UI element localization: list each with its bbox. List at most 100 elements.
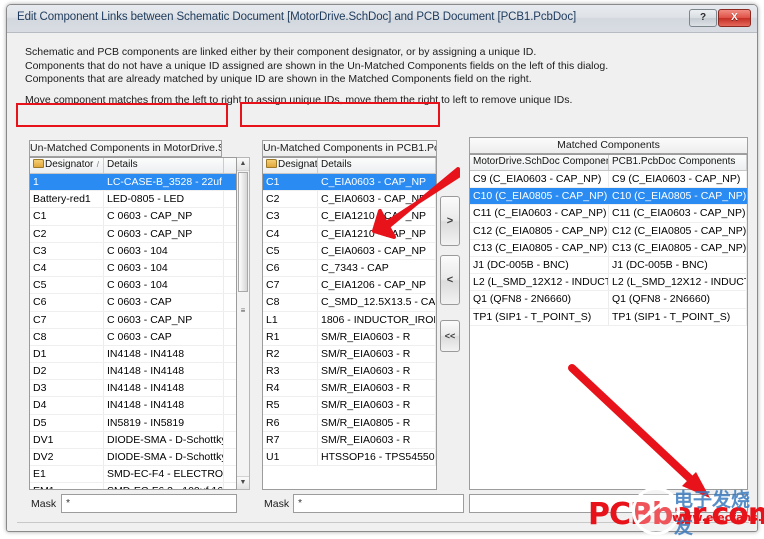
unmatched-schematic-list[interactable]: Designator / Details 1 LC-CASE-B_3528 - 2…	[29, 157, 237, 490]
table-row[interactable]: C11 (C_EIA0603 - CAP_NP) C11 (C_EIA0603 -…	[470, 205, 747, 223]
table-row[interactable]: D4 IN4148 - IN4148	[30, 397, 236, 415]
table-row[interactable]: L2 (L_SMD_12X12 - INDUCTOR_IROL2 (L_SMD_…	[470, 274, 747, 292]
mid-cell-details: SM/R_EIA0603 - R	[318, 328, 436, 345]
left-grid-scrollbar[interactable]: ▲ ≡ ▼	[237, 157, 250, 490]
table-row[interactable]: C2 C 0603 - CAP_NP	[30, 225, 236, 243]
table-row[interactable]: C10 (C_EIA0805 - CAP_NP) C10 (C_EIA0805 -…	[470, 188, 747, 206]
mid-cell-designator: R6	[263, 414, 318, 431]
left-cell-designator: D1	[30, 345, 104, 363]
left-cell-designator: 1	[30, 174, 104, 191]
intro-line-2: Components that do not have a unique ID …	[25, 59, 609, 72]
table-row[interactable]: DV2 DIODE-SMA - D-Schottky	[30, 449, 236, 467]
dialog-content: Schematic and PCB components are linked …	[7, 33, 757, 531]
table-row[interactable]: R2 SM/R_EIA0603 - R	[263, 345, 436, 364]
mid-cell-details: C_EIA1210 - CAP_NP	[318, 225, 436, 242]
table-row[interactable]: C7 C 0603 - CAP_NP	[30, 311, 236, 329]
mid-cell-designator: C5	[263, 242, 318, 259]
right-cell-sch: C13 (C_EIA0805 - CAP_NP)	[470, 239, 609, 256]
left-cell-designator: C4	[30, 259, 104, 277]
move-to-matched-button[interactable]: >	[440, 196, 460, 246]
table-row[interactable]: DV1 DIODE-SMA - D-Schottky	[30, 431, 236, 449]
left-col-designator[interactable]: Designator /	[30, 158, 104, 173]
right-cell-sch: J1 (DC-005B - BNC)	[470, 256, 609, 274]
mid-grid-rows: C1 C_EIA0603 - CAP_NP C2 C_EIA0603 - CAP_NP…	[263, 174, 436, 467]
move-to-unmatched-button[interactable]: <	[440, 255, 460, 305]
right-col-pcb-label: PCB1.PcbDoc Components	[612, 156, 736, 167]
mid-cell-designator: U1	[263, 449, 318, 466]
left-cell-designator: EM1	[30, 483, 104, 489]
table-row[interactable]: R4 SM/R_EIA0603 - R	[263, 380, 436, 398]
table-row[interactable]: J1 (DC-005B - BNC) J1 (DC-005B - BNC)	[470, 256, 747, 275]
table-row[interactable]: U1 HTSSOP16 - TPS54550	[263, 449, 436, 467]
left-col-designator-label: Designator	[45, 159, 94, 170]
scroll-up-icon[interactable]: ▲	[237, 158, 249, 171]
table-row[interactable]: C3 C 0603 - 104	[30, 242, 236, 260]
table-row[interactable]: 1LC-CASE-B_3528 - 22uf 16V	[30, 174, 236, 192]
scroll-thumb[interactable]	[238, 172, 248, 292]
table-row[interactable]: C9 (C_EIA0603 - CAP_NP) C9 (C_EIA0603 - C…	[470, 171, 747, 189]
left-cell-designator: E1	[30, 466, 104, 483]
mid-cell-designator: L1	[263, 311, 318, 328]
mid-cell-details: C_EIA0603 - CAP_NP	[318, 174, 436, 191]
table-row[interactable]: D1 IN4148 - IN4148	[30, 345, 236, 364]
table-row[interactable]: Battery-red1 LED-0805 - LED	[30, 191, 236, 209]
table-row[interactable]: E1SMD-EC-F4 - ELECTRO1_1	[30, 466, 236, 484]
table-row[interactable]: TP1 (SIP1 - T_POINT_S) TP1 (SIP1 - T_POIN…	[470, 308, 747, 326]
intro-text-block: Schematic and PCB components are linked …	[25, 46, 725, 107]
table-row[interactable]: C7 C_EIA1206 - CAP_NP	[263, 277, 436, 295]
table-row[interactable]: C1 C 0603 - CAP_NP	[30, 208, 236, 226]
mid-cell-details: SM/R_EIA0805 - R	[318, 414, 436, 431]
mid-cell-designator: C7	[263, 277, 318, 294]
left-cell-designator: C5	[30, 277, 104, 294]
mid-cell-designator: R3	[263, 363, 318, 380]
table-row[interactable]: C8 C_SMD_12.5X13.5 - CAP	[263, 294, 436, 312]
table-row[interactable]: R3 SM/R_EIA0603 - R	[263, 363, 436, 381]
table-row[interactable]: R6 SM/R_EIA0805 - R	[263, 414, 436, 432]
right-cell-sch: Q1 (QFN8 - 2N6660)	[470, 291, 609, 308]
mid-cell-designator: C4	[263, 225, 318, 242]
matched-components-list[interactable]: MotorDrive.SchDoc Components / PCB1.PcbD…	[469, 154, 748, 490]
right-grid-header: MotorDrive.SchDoc Components / PCB1.PcbD…	[470, 155, 747, 171]
right-blank-field[interactable]	[469, 494, 748, 513]
table-row[interactable]: L1 1806 - INDUCTOR_IRON	[263, 311, 436, 329]
table-row[interactable]: C4 C_EIA1210 - CAP_NP	[263, 225, 436, 243]
table-row[interactable]: C6 C 0603 - CAP	[30, 294, 236, 312]
table-row[interactable]: EM1SMD-EC-F6.3 - 100uf 16V	[30, 483, 236, 489]
mid-cell-details: C_SMD_12.5X13.5 - CAP	[318, 294, 436, 311]
left-col-details[interactable]: Details	[104, 158, 224, 173]
unmatched-pcb-list[interactable]: Designator / Details C1C_EIA0603 - CAP_N…	[262, 157, 437, 490]
mid-col-designator[interactable]: Designator /	[263, 158, 318, 173]
table-row[interactable]: C5 C_EIA0603 - CAP_NP	[263, 242, 436, 260]
table-row[interactable]: Q1 (QFN8 - 2N6660) Q1 (QFN8 - 2N6660)	[470, 291, 747, 309]
right-col-sch[interactable]: MotorDrive.SchDoc Components /	[470, 155, 609, 170]
table-row[interactable]: C2 C_EIA0603 - CAP_NP	[263, 191, 436, 209]
window-title: Edit Component Links between Schematic D…	[17, 11, 577, 23]
left-cell-designator: DV2	[30, 449, 104, 466]
table-row[interactable]: C4 C 0603 - 104	[30, 259, 236, 278]
table-row[interactable]: C1 C_EIA0603 - CAP_NP	[263, 174, 436, 192]
table-row[interactable]: C3 C_EIA1210 - CAP_NP	[263, 208, 436, 226]
help-button[interactable]: ?	[689, 9, 717, 27]
table-row[interactable]: D3 IN4148 - IN4148	[30, 380, 236, 398]
left-cell-details: IN4148 - IN4148	[104, 397, 224, 414]
scroll-down-icon[interactable]: ▼	[237, 476, 249, 489]
table-row[interactable]: R1 SM/R_EIA0603 - R	[263, 328, 436, 346]
mid-mask-input[interactable]: *	[293, 494, 464, 513]
mid-col-details[interactable]: Details	[318, 158, 436, 173]
move-all-to-unmatched-button[interactable]: <<	[440, 320, 460, 352]
table-row[interactable]: C8 C 0603 - CAP	[30, 328, 236, 346]
table-row[interactable]: D2 IN4148 - IN4148	[30, 363, 236, 381]
right-col-pcb[interactable]: PCB1.PcbDoc Components	[609, 155, 747, 170]
table-row[interactable]: C6 C_7343 - CAP	[263, 259, 436, 278]
close-button[interactable]: X	[718, 9, 751, 27]
table-row[interactable]: D5 IN5819 - IN5819	[30, 414, 236, 432]
left-cell-details: IN5819 - IN5819	[104, 414, 224, 431]
table-row[interactable]: R5 SM/R_EIA0603 - R	[263, 397, 436, 415]
table-row[interactable]: C5 C 0603 - 104	[30, 277, 236, 295]
right-cell-pcb: C10 (C_EIA0805 - CAP_NP)	[609, 188, 747, 205]
table-row[interactable]: C12 (C_EIA0805 - CAP_NP) C12 (C_EIA0805 -…	[470, 222, 747, 240]
left-mask-input[interactable]: *	[61, 494, 237, 513]
table-row[interactable]: C13 (C_EIA0805 - CAP_NP) C13 (C_EIA0805 -…	[470, 239, 747, 257]
table-row[interactable]: R7 SM/R_EIA0603 - R	[263, 431, 436, 449]
left-cell-details: SMD-EC-F6.3 - 100uf 16V	[104, 483, 224, 489]
